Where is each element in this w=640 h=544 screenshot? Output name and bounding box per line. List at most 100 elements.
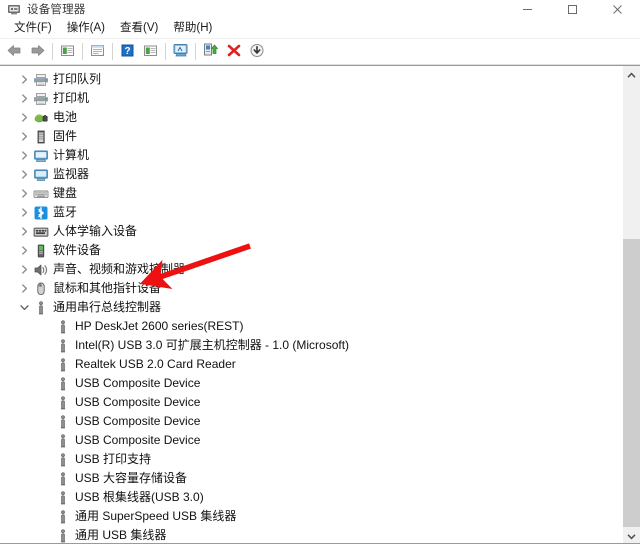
- tree-item[interactable]: USB Composite Device: [0, 393, 622, 412]
- help-button[interactable]: ?: [116, 41, 139, 63]
- up-one-level-button[interactable]: [56, 41, 79, 63]
- device-manager-icon: [6, 1, 22, 17]
- tree-item[interactable]: 人体学输入设备: [0, 222, 622, 241]
- usb-device-icon: [54, 451, 71, 468]
- usb-device-icon: [54, 394, 71, 411]
- svg-text:?: ?: [124, 46, 130, 57]
- menu-help[interactable]: 帮助(H): [166, 19, 220, 37]
- tree-item[interactable]: 固件: [0, 127, 622, 146]
- monitor-scan-icon: [172, 42, 190, 61]
- show-hidden-button[interactable]: [139, 41, 162, 63]
- window-controls: [505, 0, 640, 18]
- battery-icon: [32, 109, 49, 126]
- tree-item[interactable]: 软件设备: [0, 241, 622, 260]
- minimize-button[interactable]: [505, 0, 550, 18]
- usb-device-icon: [54, 432, 71, 449]
- title-bar: 设备管理器: [0, 0, 640, 18]
- update-driver-button[interactable]: [199, 41, 222, 63]
- tree-item-label: 监视器: [53, 166, 89, 183]
- hid-icon: [32, 223, 49, 240]
- tree-item[interactable]: 蓝牙: [0, 203, 622, 222]
- tree-item[interactable]: Realtek USB 2.0 Card Reader: [0, 355, 622, 374]
- tree-item[interactable]: 通用串行总线控制器: [0, 298, 622, 317]
- tree-item-label: Intel(R) USB 3.0 可扩展主机控制器 - 1.0 (Microso…: [75, 337, 349, 354]
- chevron-right-icon[interactable]: [16, 127, 32, 146]
- chevron-right-icon[interactable]: [16, 184, 32, 203]
- tree-item[interactable]: USB Composite Device: [0, 374, 622, 393]
- tree-item[interactable]: USB 打印支持: [0, 450, 622, 469]
- maximize-button[interactable]: [550, 0, 595, 18]
- menu-file[interactable]: 文件(F): [7, 19, 60, 37]
- chevron-right-icon[interactable]: [16, 279, 32, 298]
- tree-item[interactable]: HP DeskJet 2600 series(REST): [0, 317, 622, 336]
- printer-queue-icon: [32, 71, 49, 88]
- tree-item[interactable]: 打印机: [0, 89, 622, 108]
- menu-action[interactable]: 操作(A): [60, 19, 113, 37]
- usb-device-icon: [54, 318, 71, 335]
- chevron-right-icon[interactable]: [16, 89, 32, 108]
- tree-item-label: 声音、视频和游戏控制器: [53, 261, 185, 278]
- forward-arrow-icon: [29, 43, 46, 61]
- scrollbar-thumb[interactable]: [623, 239, 640, 528]
- tree-item[interactable]: USB Composite Device: [0, 431, 622, 450]
- tree-item[interactable]: USB 根集线器(USB 3.0): [0, 488, 622, 507]
- sound-video-game-icon: [32, 261, 49, 278]
- menu-view[interactable]: 查看(V): [113, 19, 166, 37]
- tree-item-label: 鼠标和其他指针设备: [53, 280, 161, 297]
- tree-item-label: USB 大容量存储设备: [75, 470, 187, 487]
- tree-item[interactable]: 计算机: [0, 146, 622, 165]
- scroll-up-arrow-icon: [627, 68, 636, 82]
- tree-item[interactable]: 键盘: [0, 184, 622, 203]
- uninstall-device-button[interactable]: [222, 41, 245, 63]
- chevron-right-icon[interactable]: [16, 222, 32, 241]
- usb-device-icon: [54, 375, 71, 392]
- bluetooth-icon: [32, 204, 49, 221]
- tree-item[interactable]: 通用 USB 集线器: [0, 526, 622, 544]
- tree-item-label: 打印机: [53, 90, 89, 107]
- tree-item-label: HP DeskJet 2600 series(REST): [75, 318, 244, 335]
- update-driver-icon: [202, 42, 220, 61]
- chevron-down-icon[interactable]: [16, 298, 32, 317]
- properties-button[interactable]: [86, 41, 109, 63]
- chevron-right-icon[interactable]: [16, 165, 32, 184]
- tree-item-label: 固件: [53, 128, 77, 145]
- tree-item[interactable]: USB Composite Device: [0, 412, 622, 431]
- usb-device-icon: [54, 470, 71, 487]
- menu-bar: 文件(F) 操作(A) 查看(V) 帮助(H): [0, 18, 640, 39]
- twisty-placeholder: [38, 374, 54, 393]
- tree-item[interactable]: USB 大容量存储设备: [0, 469, 622, 488]
- forward-button[interactable]: [26, 41, 49, 63]
- tree-item-label: USB 根集线器(USB 3.0): [75, 489, 204, 506]
- tree-item-label: USB Composite Device: [75, 413, 200, 430]
- chevron-right-icon[interactable]: [16, 146, 32, 165]
- chevron-right-icon[interactable]: [16, 70, 32, 89]
- keyboard-icon: [32, 185, 49, 202]
- tree-item[interactable]: 通用 SuperSpeed USB 集线器: [0, 507, 622, 526]
- chevron-right-icon[interactable]: [16, 241, 32, 260]
- scroll-up-button[interactable]: [623, 66, 640, 83]
- tree-item[interactable]: Intel(R) USB 3.0 可扩展主机控制器 - 1.0 (Microso…: [0, 336, 622, 355]
- window-title: 设备管理器: [27, 1, 86, 17]
- tree-item[interactable]: 监视器: [0, 165, 622, 184]
- close-button[interactable]: [595, 0, 640, 18]
- scan-hardware-button[interactable]: [169, 41, 192, 63]
- device-tree[interactable]: 打印队列打印机电池固件计算机监视器键盘蓝牙人体学输入设备软件设备声音、视频和游戏…: [0, 66, 622, 544]
- tree-item[interactable]: 声音、视频和游戏控制器: [0, 260, 622, 279]
- vertical-scrollbar[interactable]: [622, 66, 640, 544]
- toolbar-separator-5: [195, 43, 196, 60]
- chevron-right-icon[interactable]: [16, 203, 32, 222]
- back-button[interactable]: [3, 41, 26, 63]
- twisty-placeholder: [38, 526, 54, 544]
- tree-item-label: 通用 USB 集线器: [75, 527, 166, 544]
- disable-device-button[interactable]: [245, 41, 268, 63]
- tree-item-label: USB Composite Device: [75, 375, 200, 392]
- tree-item[interactable]: 电池: [0, 108, 622, 127]
- twisty-placeholder: [38, 355, 54, 374]
- usb-device-icon: [54, 413, 71, 430]
- tree-item[interactable]: 打印队列: [0, 70, 622, 89]
- tree-item[interactable]: 鼠标和其他指针设备: [0, 279, 622, 298]
- chevron-right-icon[interactable]: [16, 260, 32, 279]
- printer-icon: [32, 90, 49, 107]
- scroll-down-button[interactable]: [623, 527, 640, 544]
- chevron-right-icon[interactable]: [16, 108, 32, 127]
